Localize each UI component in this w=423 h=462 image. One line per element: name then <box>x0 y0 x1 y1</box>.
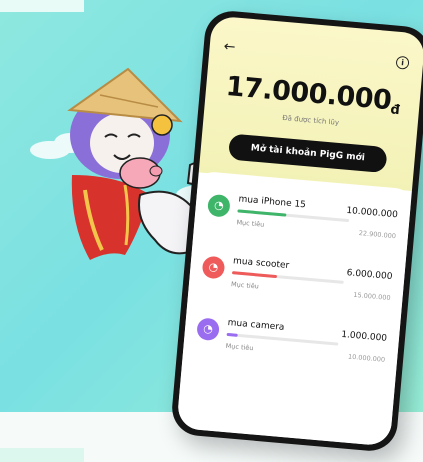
goal-progress-fill <box>237 209 287 217</box>
top-left-tab <box>0 0 84 12</box>
balance-currency: đ <box>389 102 400 119</box>
goal-name: mua iPhone 15 <box>238 194 307 211</box>
goal-amount: 6.000.000 <box>346 268 393 283</box>
goal-name: mua scooter <box>232 256 290 272</box>
savings-goals-list: ◔ mua iPhone 15 10.000.000 Mục tiêu 22.9… <box>176 170 413 447</box>
open-new-account-button[interactable]: Mở tài khoản PigG mới <box>227 133 388 174</box>
goal-target-label: Mục tiêu <box>230 280 260 291</box>
goal-target-value: 10.000.000 <box>347 352 386 364</box>
goal-item[interactable]: ◔ mua iPhone 15 10.000.000 Mục tiêu 22.9… <box>204 192 398 264</box>
goal-name: mua camera <box>227 317 285 333</box>
goal-amount: 1.000.000 <box>340 329 388 344</box>
info-icon[interactable]: i <box>395 55 410 70</box>
goal-progress-fill <box>231 271 277 279</box>
goal-target-label: Mục tiêu <box>225 341 254 353</box>
goal-target-label: Mục tiêu <box>236 218 265 229</box>
goal-item[interactable]: ◔ mua scooter 6.000.000 Mục tiêu 15.000.… <box>199 254 393 326</box>
goal-target-value: 15.000.000 <box>353 290 391 303</box>
phone-screen: ← i 17.000.000đ Đã được tích lũy Mở tài … <box>176 15 423 447</box>
goal-item[interactable]: ◔ mua camera 1.000.000 Mục tiêu 10.000.0… <box>193 315 387 387</box>
phone-mockup: ← i 17.000.000đ Đã được tích lũy Mở tài … <box>169 8 423 454</box>
bottom-left-tab <box>0 448 84 462</box>
piggy-icon: ◔ <box>201 255 226 280</box>
back-arrow-icon[interactable]: ← <box>223 39 236 56</box>
piggy-icon: ◔ <box>196 317 220 342</box>
balance-amount: 17.000.000 <box>224 70 393 117</box>
goal-target-value: 22.900.000 <box>358 229 397 241</box>
goal-progress-fill <box>226 332 238 337</box>
goal-amount: 10.000.000 <box>345 205 399 221</box>
piggy-icon: ◔ <box>206 193 231 218</box>
